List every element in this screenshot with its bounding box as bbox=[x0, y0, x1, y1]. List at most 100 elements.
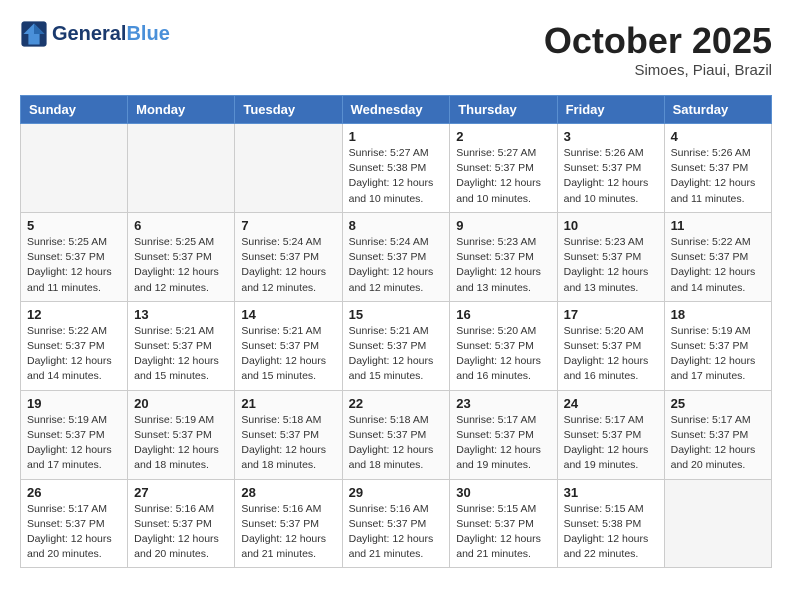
weekday-header-saturday: Saturday bbox=[664, 96, 771, 124]
weekday-header-row: SundayMondayTuesdayWednesdayThursdayFrid… bbox=[21, 96, 772, 124]
calendar-cell: 12 Sunrise: 5:22 AM Sunset: 5:37 PM Dayli… bbox=[21, 301, 128, 390]
day-info: Sunrise: 5:26 AM Sunset: 5:37 PM Dayligh… bbox=[671, 146, 765, 207]
day-info: Sunrise: 5:17 AM Sunset: 5:37 PM Dayligh… bbox=[671, 413, 765, 474]
location-subtitle: Simoes, Piaui, Brazil bbox=[544, 62, 772, 79]
day-info: Sunrise: 5:16 AM Sunset: 5:37 PM Dayligh… bbox=[241, 502, 335, 563]
day-number: 22 bbox=[349, 396, 444, 411]
day-info: Sunrise: 5:26 AM Sunset: 5:37 PM Dayligh… bbox=[564, 146, 658, 207]
day-number: 5 bbox=[27, 218, 121, 233]
calendar-cell: 6 Sunrise: 5:25 AM Sunset: 5:37 PM Daylig… bbox=[128, 212, 235, 301]
day-info: Sunrise: 5:25 AM Sunset: 5:37 PM Dayligh… bbox=[134, 235, 228, 296]
day-number: 6 bbox=[134, 218, 228, 233]
calendar-cell: 4Sunrise: 5:26 AM Sunset: 5:37 PM Daylig… bbox=[664, 124, 771, 213]
page-header: GeneralBlue October 2025 Simoes, Piaui, … bbox=[20, 20, 772, 79]
calendar-cell: 17 Sunrise: 5:20 AM Sunset: 5:37 PM Dayli… bbox=[557, 301, 664, 390]
day-number: 3 bbox=[564, 129, 658, 144]
calendar-cell: 5 Sunrise: 5:25 AM Sunset: 5:37 PM Daylig… bbox=[21, 212, 128, 301]
day-info: Sunrise: 5:19 AM Sunset: 5:37 PM Dayligh… bbox=[134, 413, 228, 474]
day-number: 20 bbox=[134, 396, 228, 411]
day-number: 14 bbox=[241, 307, 335, 322]
day-number: 1 bbox=[349, 129, 444, 144]
calendar-cell: 2 Sunrise: 5:27 AM Sunset: 5:37 PM Daylig… bbox=[450, 124, 557, 213]
weekday-header-friday: Friday bbox=[557, 96, 664, 124]
calendar-cell: 1 Sunrise: 5:27 AM Sunset: 5:38 PM Daylig… bbox=[342, 124, 450, 213]
day-number: 7 bbox=[241, 218, 335, 233]
day-info: Sunrise: 5:18 AM Sunset: 5:37 PM Dayligh… bbox=[349, 413, 444, 474]
calendar-cell: 22 Sunrise: 5:18 AM Sunset: 5:37 PM Dayli… bbox=[342, 390, 450, 479]
day-number: 2 bbox=[456, 129, 550, 144]
calendar-cell bbox=[664, 479, 771, 568]
day-info: Sunrise: 5:15 AM Sunset: 5:37 PM Dayligh… bbox=[456, 502, 550, 563]
weekday-header-tuesday: Tuesday bbox=[235, 96, 342, 124]
day-number: 18 bbox=[671, 307, 765, 322]
calendar-cell: 28 Sunrise: 5:16 AM Sunset: 5:37 PM Dayli… bbox=[235, 479, 342, 568]
day-info: Sunrise: 5:23 AM Sunset: 5:37 PM Dayligh… bbox=[456, 235, 550, 296]
day-info: Sunrise: 5:24 AM Sunset: 5:37 PM Dayligh… bbox=[241, 235, 335, 296]
calendar-cell: 3 Sunrise: 5:26 AM Sunset: 5:37 PM Daylig… bbox=[557, 124, 664, 213]
calendar-cell: 25 Sunrise: 5:17 AM Sunset: 5:37 PM Dayli… bbox=[664, 390, 771, 479]
day-info: Sunrise: 5:23 AM Sunset: 5:37 PM Dayligh… bbox=[564, 235, 658, 296]
day-number: 30 bbox=[456, 485, 550, 500]
day-info: Sunrise: 5:27 AM Sunset: 5:37 PM Dayligh… bbox=[456, 146, 550, 207]
day-number: 16 bbox=[456, 307, 550, 322]
weekday-header-wednesday: Wednesday bbox=[342, 96, 450, 124]
day-number: 17 bbox=[564, 307, 658, 322]
day-number: 8 bbox=[349, 218, 444, 233]
day-number: 27 bbox=[134, 485, 228, 500]
day-info: Sunrise: 5:22 AM Sunset: 5:37 PM Dayligh… bbox=[671, 235, 765, 296]
day-number: 29 bbox=[349, 485, 444, 500]
day-number: 25 bbox=[671, 396, 765, 411]
calendar-cell: 9 Sunrise: 5:23 AM Sunset: 5:37 PM Daylig… bbox=[450, 212, 557, 301]
day-number: 11 bbox=[671, 218, 765, 233]
calendar-week-2: 12 Sunrise: 5:22 AM Sunset: 5:37 PM Dayli… bbox=[21, 301, 772, 390]
calendar-cell bbox=[235, 124, 342, 213]
day-number: 15 bbox=[349, 307, 444, 322]
day-info: Sunrise: 5:16 AM Sunset: 5:37 PM Dayligh… bbox=[349, 502, 444, 563]
day-info: Sunrise: 5:25 AM Sunset: 5:37 PM Dayligh… bbox=[27, 235, 121, 296]
day-number: 26 bbox=[27, 485, 121, 500]
calendar-cell: 18 Sunrise: 5:19 AM Sunset: 5:37 PM Dayli… bbox=[664, 301, 771, 390]
calendar-week-4: 26 Sunrise: 5:17 AM Sunset: 5:37 PM Dayli… bbox=[21, 479, 772, 568]
logo-text: GeneralBlue bbox=[52, 23, 170, 46]
day-number: 19 bbox=[27, 396, 121, 411]
calendar-cell: 7 Sunrise: 5:24 AM Sunset: 5:37 PM Daylig… bbox=[235, 212, 342, 301]
calendar-cell: 30 Sunrise: 5:15 AM Sunset: 5:37 PM Dayli… bbox=[450, 479, 557, 568]
weekday-header-sunday: Sunday bbox=[21, 96, 128, 124]
day-number: 12 bbox=[27, 307, 121, 322]
day-number: 23 bbox=[456, 396, 550, 411]
title-block: October 2025 Simoes, Piaui, Brazil bbox=[544, 20, 772, 79]
calendar-cell: 21Sunrise: 5:18 AM Sunset: 5:37 PM Dayli… bbox=[235, 390, 342, 479]
calendar-week-1: 5 Sunrise: 5:25 AM Sunset: 5:37 PM Daylig… bbox=[21, 212, 772, 301]
day-info: Sunrise: 5:16 AM Sunset: 5:37 PM Dayligh… bbox=[134, 502, 228, 563]
day-info: Sunrise: 5:17 AM Sunset: 5:37 PM Dayligh… bbox=[27, 502, 121, 563]
day-info: Sunrise: 5:27 AM Sunset: 5:38 PM Dayligh… bbox=[349, 146, 444, 207]
calendar-cell: 8Sunrise: 5:24 AM Sunset: 5:37 PM Daylig… bbox=[342, 212, 450, 301]
calendar-cell: 11 Sunrise: 5:22 AM Sunset: 5:37 PM Dayli… bbox=[664, 212, 771, 301]
logo: GeneralBlue bbox=[20, 20, 170, 48]
day-info: Sunrise: 5:17 AM Sunset: 5:37 PM Dayligh… bbox=[564, 413, 658, 474]
calendar-cell: 26 Sunrise: 5:17 AM Sunset: 5:37 PM Dayli… bbox=[21, 479, 128, 568]
calendar-cell: 19Sunrise: 5:19 AM Sunset: 5:37 PM Dayli… bbox=[21, 390, 128, 479]
day-number: 9 bbox=[456, 218, 550, 233]
weekday-header-monday: Monday bbox=[128, 96, 235, 124]
day-info: Sunrise: 5:20 AM Sunset: 5:37 PM Dayligh… bbox=[564, 324, 658, 385]
calendar-cell: 14 Sunrise: 5:21 AM Sunset: 5:37 PM Dayli… bbox=[235, 301, 342, 390]
calendar-table: SundayMondayTuesdayWednesdayThursdayFrid… bbox=[20, 95, 772, 568]
day-number: 10 bbox=[564, 218, 658, 233]
day-number: 28 bbox=[241, 485, 335, 500]
calendar-cell: 24Sunrise: 5:17 AM Sunset: 5:37 PM Dayli… bbox=[557, 390, 664, 479]
day-info: Sunrise: 5:20 AM Sunset: 5:37 PM Dayligh… bbox=[456, 324, 550, 385]
day-info: Sunrise: 5:22 AM Sunset: 5:37 PM Dayligh… bbox=[27, 324, 121, 385]
logo-icon bbox=[20, 20, 48, 48]
calendar-week-0: 1 Sunrise: 5:27 AM Sunset: 5:38 PM Daylig… bbox=[21, 124, 772, 213]
calendar-cell: 29 Sunrise: 5:16 AM Sunset: 5:37 PM Dayli… bbox=[342, 479, 450, 568]
calendar-cell: 13Sunrise: 5:21 AM Sunset: 5:37 PM Dayli… bbox=[128, 301, 235, 390]
day-info: Sunrise: 5:21 AM Sunset: 5:37 PM Dayligh… bbox=[241, 324, 335, 385]
day-info: Sunrise: 5:19 AM Sunset: 5:37 PM Dayligh… bbox=[671, 324, 765, 385]
day-number: 21 bbox=[241, 396, 335, 411]
day-info: Sunrise: 5:15 AM Sunset: 5:38 PM Dayligh… bbox=[564, 502, 658, 563]
calendar-cell: 15Sunrise: 5:21 AM Sunset: 5:37 PM Dayli… bbox=[342, 301, 450, 390]
day-number: 13 bbox=[134, 307, 228, 322]
weekday-header-thursday: Thursday bbox=[450, 96, 557, 124]
month-title: October 2025 bbox=[544, 20, 772, 62]
